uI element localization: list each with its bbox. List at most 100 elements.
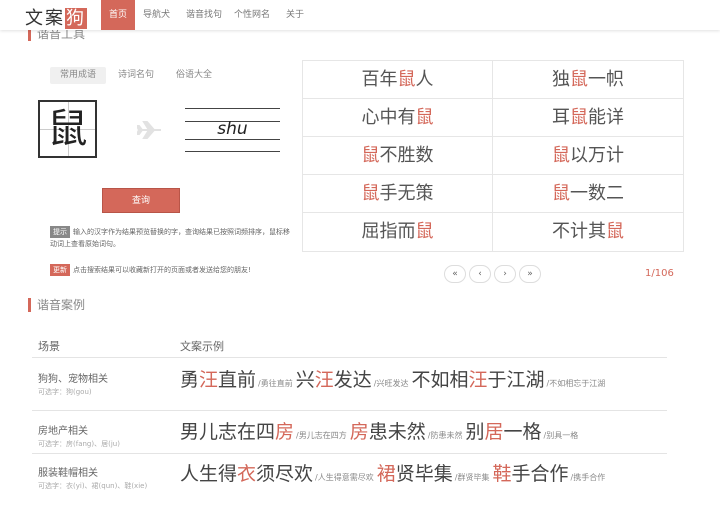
- result-idiom[interactable]: 独鼠一帜: [493, 61, 683, 99]
- example-text: 不如相: [411, 369, 469, 391]
- divider: [32, 453, 667, 454]
- nav-guide[interactable]: 导航犬: [135, 0, 178, 30]
- tab-idioms[interactable]: 常用成语: [50, 67, 107, 84]
- plane-icon: [135, 120, 163, 144]
- example-text: 手合作: [511, 463, 569, 485]
- update-tag: 更新: [50, 264, 70, 276]
- tab-poems[interactable]: 诗词名句: [108, 67, 164, 84]
- result-idiom[interactable]: 百年鼠人: [303, 61, 493, 99]
- example-text: 男儿志在四: [180, 421, 276, 443]
- idiom-text: 能详: [588, 107, 624, 128]
- case-examples: 人生得衣须尽欢/人生得意需尽欢 裙贤毕集/群贤毕集 鞋手合作/携手合作: [180, 462, 667, 490]
- idiom-highlight: 鼠: [415, 107, 434, 128]
- nav-home[interactable]: 首页: [101, 0, 136, 30]
- example-original: /群贤毕集: [454, 473, 490, 482]
- nav-about[interactable]: 关于: [278, 0, 312, 30]
- case-scene: 狗狗、宠物相关 可选字：狗(gou): [38, 370, 108, 397]
- idiom-highlight: 鼠: [606, 221, 624, 242]
- result-idiom[interactable]: 不计其鼠: [493, 213, 683, 251]
- nav-homophone[interactable]: 谐音找句: [178, 0, 230, 30]
- page-info: 1/106: [645, 268, 674, 279]
- result-idiom[interactable]: 耳鼠能详: [493, 99, 683, 137]
- idiom-text: 一数二: [570, 183, 624, 204]
- page-prev-button[interactable]: ‹: [469, 265, 491, 283]
- example-item[interactable]: 不如相汪于江湖/不如相忘于江湖: [412, 369, 609, 391]
- case-examples: 勇汪直前/勇往直前 兴汪发达/兴旺发达 不如相汪于江湖/不如相忘于江湖: [180, 368, 667, 396]
- example-highlight: 居: [484, 421, 504, 443]
- result-idiom[interactable]: 鼠一数二: [493, 175, 683, 213]
- example-text: 贤毕集: [395, 463, 453, 485]
- example-original: /携手合作: [570, 473, 606, 482]
- query-button[interactable]: 查询: [102, 188, 180, 213]
- page-first-button[interactable]: «: [444, 265, 466, 283]
- idiom-highlight: 鼠: [552, 145, 570, 166]
- idiom-text: 心中有: [361, 107, 416, 128]
- example-item[interactable]: 兴汪发达/兴旺发达: [296, 369, 412, 391]
- scene-label: 服装鞋帽相关: [38, 468, 98, 479]
- example-item[interactable]: 裙贤毕集/群贤毕集: [377, 463, 493, 485]
- example-text: 于江湖: [487, 369, 545, 391]
- example-highlight: 衣: [237, 463, 257, 485]
- example-highlight: 汪: [468, 369, 488, 391]
- example-item[interactable]: 男儿志在四房/男儿志在四方: [180, 421, 350, 443]
- example-item[interactable]: 勇汪直前/勇往直前: [180, 369, 296, 391]
- logo-text: 文案: [25, 8, 65, 29]
- example-highlight: 鞋: [492, 463, 512, 485]
- idiom-highlight: 鼠: [570, 107, 588, 128]
- example-text: 勇: [180, 369, 200, 391]
- example-original: /男儿志在四方: [296, 431, 347, 440]
- idiom-highlight: 鼠: [361, 145, 380, 166]
- example-text: 人生得: [180, 463, 238, 485]
- result-idiom[interactable]: 鼠不胜数: [303, 137, 493, 175]
- logo-highlight: 狗: [65, 8, 87, 29]
- example-text: 一格: [503, 421, 542, 443]
- idiom-highlight: 鼠: [570, 69, 588, 90]
- nav-nickname[interactable]: 个性网名: [226, 0, 278, 30]
- idiom-text: 百年: [361, 69, 398, 90]
- idiom-highlight: 鼠: [552, 183, 570, 204]
- pinyin-display: shu: [185, 108, 280, 152]
- scene-label: 狗狗、宠物相关: [38, 374, 108, 385]
- pinyin-text: shu: [217, 119, 248, 139]
- example-item[interactable]: 房患未然/防患未然: [350, 421, 466, 443]
- update-note: 更新 点击搜索结果可以收藏新打开的页面或者发送给您的朋友!: [50, 264, 290, 276]
- idiom-text: 耳: [552, 107, 570, 128]
- tip-note: 提示 输入的汉字作为结果预览替换的字，查询结果已按照词频排序，鼠标移动词上查看原始…: [50, 226, 290, 250]
- divider: [32, 410, 667, 411]
- idiom-highlight: 鼠: [415, 221, 434, 242]
- tip-text: 输入的汉字作为结果预览替换的字，查询结果已按照词频排序，鼠标移动词上查看原始词句…: [50, 228, 290, 248]
- tip-tag: 提示: [50, 226, 70, 238]
- update-text: 点击搜索结果可以收藏新打开的页面或者发送给您的朋友!: [73, 266, 251, 274]
- page-last-button[interactable]: »: [519, 265, 541, 283]
- idiom-highlight: 鼠: [361, 183, 380, 204]
- tab-proverbs[interactable]: 俗语大全: [166, 67, 222, 84]
- example-item[interactable]: 鞋手合作/携手合作: [492, 463, 608, 485]
- case-scene: 房地产相关可选字：房(fang)、居(ju): [38, 422, 120, 449]
- col-scene-header: 场景: [38, 340, 60, 353]
- example-original: /防患未然: [427, 431, 463, 440]
- top-nav: 文案狗 首页 导航犬 谐音找句 个性网名 关于: [0, 0, 720, 30]
- result-idiom[interactable]: 鼠手无策: [303, 175, 493, 213]
- char-input[interactable]: 鼠: [38, 100, 97, 158]
- scene-label: 房地产相关: [38, 426, 88, 437]
- example-item[interactable]: 人生得衣须尽欢/人生得意需尽欢: [180, 463, 377, 485]
- scene-chars: 可选字：房(fang)、居(ju): [38, 440, 120, 448]
- idiom-text: 独: [552, 69, 570, 90]
- example-text: 须尽欢: [256, 463, 314, 485]
- idiom-text: 不胜数: [379, 145, 434, 166]
- result-idiom[interactable]: 心中有鼠: [303, 99, 493, 137]
- example-original: /人生得意需尽欢: [315, 473, 374, 482]
- example-item[interactable]: 别居一格/别具一格: [465, 421, 581, 443]
- result-idiom[interactable]: 鼠以万计: [493, 137, 683, 175]
- result-idiom[interactable]: 屈指而鼠: [303, 213, 493, 251]
- example-highlight: 房: [275, 421, 295, 443]
- page-next-button[interactable]: ›: [494, 265, 516, 283]
- logo[interactable]: 文案狗: [25, 4, 87, 30]
- example-original: /不如相忘于江湖: [546, 379, 606, 388]
- idiom-highlight: 鼠: [397, 69, 416, 90]
- divider: [32, 357, 667, 358]
- idiom-text: 人: [415, 69, 434, 90]
- idiom-text: 屈指而: [361, 221, 416, 242]
- idiom-text: 一帜: [588, 69, 624, 90]
- case-scene: 服装鞋帽相关 可选字：衣(yi)、裙(qun)、鞋(xie): [38, 464, 147, 491]
